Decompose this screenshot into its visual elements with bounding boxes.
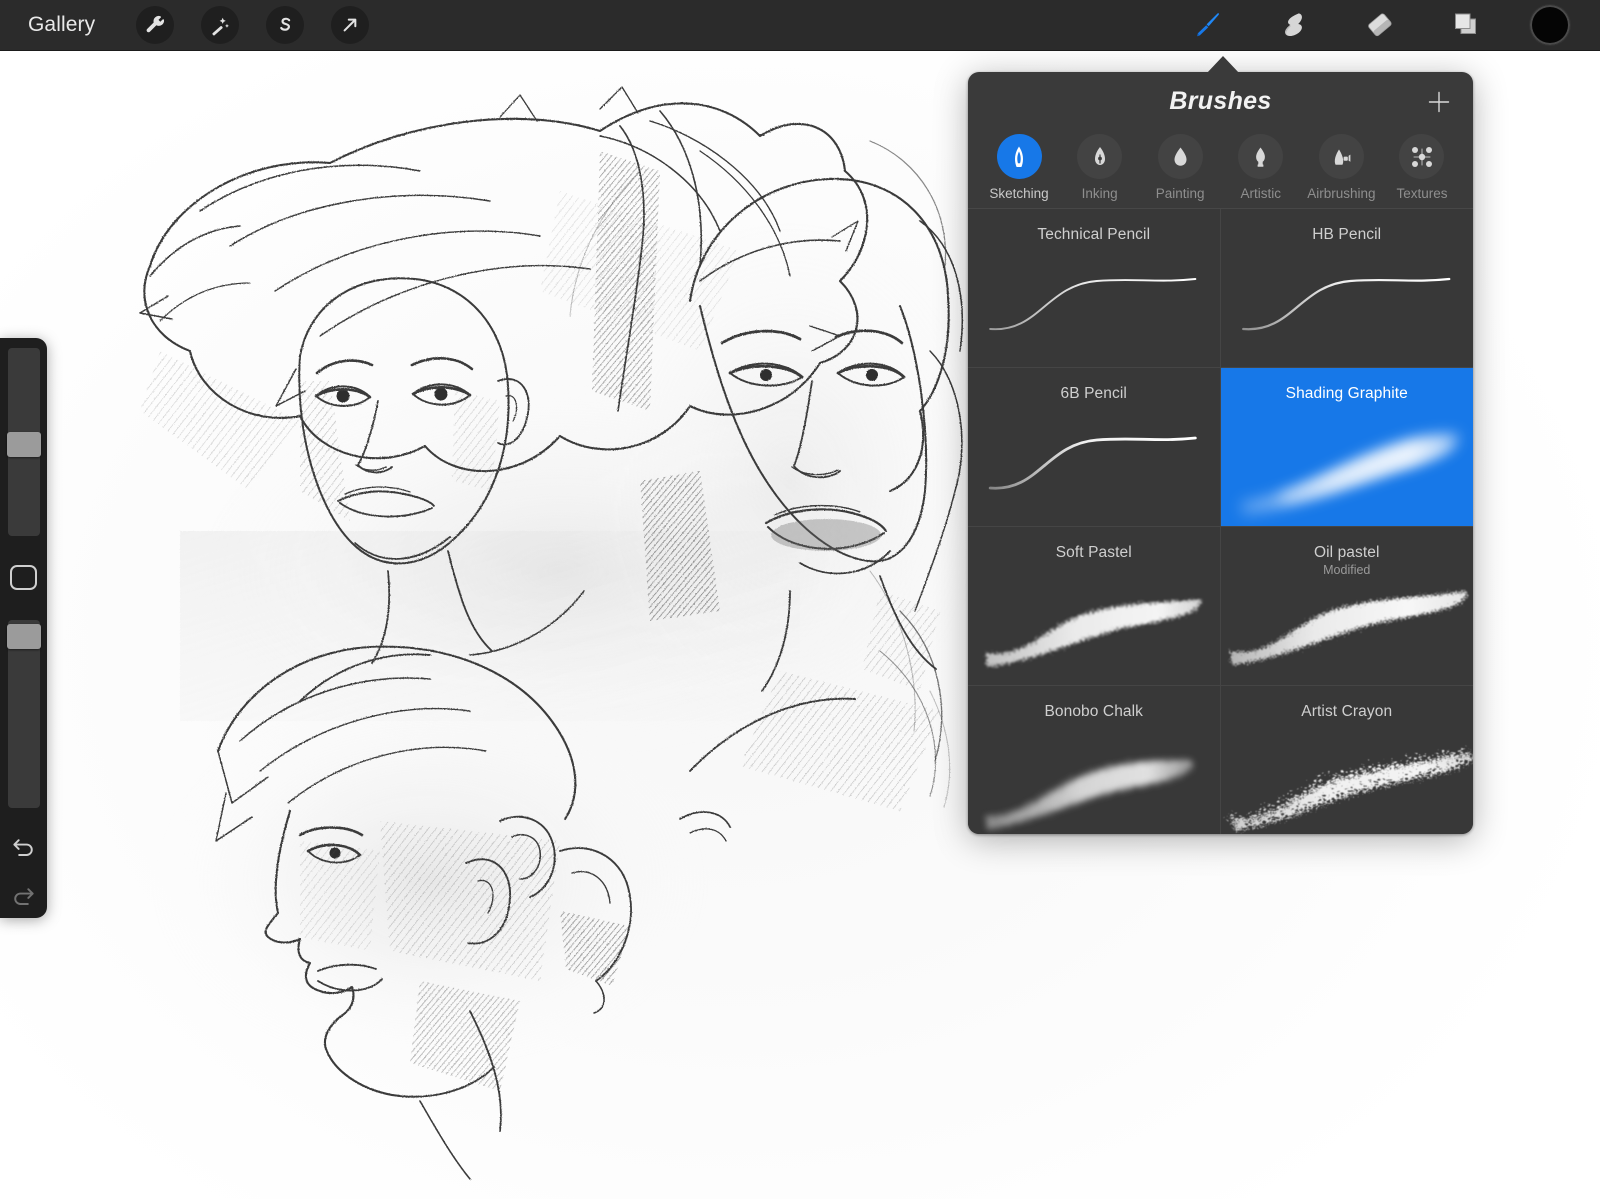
tab-label: Painting: [1155, 186, 1205, 201]
tab-airbrushing[interactable]: Airbrushing: [1304, 134, 1378, 201]
brush-name: Technical Pencil: [1037, 226, 1151, 243]
brush-name: Soft Pastel: [1055, 544, 1132, 561]
brush-preview-pastel-texture: [1221, 567, 1474, 685]
add-brush-plus-icon[interactable]: [1423, 86, 1455, 118]
brush-modified-label: Modified: [1323, 563, 1371, 577]
tab-label: Textures: [1396, 186, 1448, 201]
tab-painting[interactable]: Painting: [1143, 134, 1217, 201]
brush-item-artist-crayon[interactable]: Artist Crayon: [1220, 686, 1474, 834]
top-toolbar: Gallery: [0, 0, 1600, 51]
brushes-panel-header: Brushes: [968, 72, 1473, 130]
paint-brush-icon[interactable]: [1186, 5, 1230, 45]
redo-button[interactable]: [7, 879, 41, 912]
tab-label: Artistic: [1240, 186, 1282, 201]
artistic-nib-icon: [1238, 134, 1284, 179]
tab-sketching[interactable]: Sketching: [982, 134, 1056, 201]
left-tool-group: [136, 6, 370, 44]
ink-nib-icon: [1077, 134, 1123, 179]
tab-textures[interactable]: Textures: [1385, 134, 1459, 201]
brush-item-soft-pastel[interactable]: Soft Pastel: [968, 527, 1221, 686]
brush-name: HB Pencil: [1312, 226, 1382, 243]
procreate-app: Gallery Brushes Sketching Inking Paintin…: [0, 0, 1600, 1199]
brush-item-shading-graphite[interactable]: Shading Graphite: [1220, 368, 1474, 527]
brush-name: Shading Graphite: [1285, 385, 1408, 402]
brush-list: Technical Pencil HB Pencil 6B Pencil Sha…: [968, 208, 1473, 834]
gallery-button[interactable]: Gallery: [22, 10, 101, 40]
airbrush-icon: [1318, 134, 1364, 179]
brush-preview-thin-stroke: [968, 249, 1220, 367]
transform-arrow-icon[interactable]: [331, 6, 370, 44]
modify-button[interactable]: [10, 565, 37, 590]
adjustments-wand-icon[interactable]: [201, 6, 240, 44]
brush-name: Oil pastel: [1313, 544, 1380, 561]
tab-label: Sketching: [989, 186, 1049, 201]
brush-size-thumb[interactable]: [6, 432, 41, 457]
brush-opacity-slider[interactable]: [6, 619, 41, 809]
brush-preview-soft-graphite: [1221, 408, 1474, 526]
brush-preview-thin-stroke: [968, 408, 1220, 526]
tab-artistic[interactable]: Artistic: [1224, 134, 1298, 201]
panel-title: Brushes: [1169, 86, 1272, 115]
actions-wrench-icon[interactable]: [136, 6, 175, 44]
brush-preview-crayon-texture: [1221, 726, 1474, 834]
brush-preview-pastel-texture: [968, 567, 1220, 685]
brush-name: 6B Pencil: [1060, 385, 1127, 402]
selection-s-icon[interactable]: [266, 6, 305, 44]
eraser-icon[interactable]: [1358, 5, 1402, 45]
brushes-panel: Brushes Sketching Inking Painting Artist…: [968, 72, 1473, 834]
panel-pointer-arrow: [1206, 56, 1240, 74]
tab-inking[interactable]: Inking: [1063, 134, 1137, 201]
brush-item-oil-pastel[interactable]: Oil pastel Modified: [1220, 527, 1474, 686]
brush-preview-thin-stroke: [1221, 249, 1474, 367]
tab-label: Airbrushing: [1307, 186, 1376, 201]
brush-item-bonobo-chalk[interactable]: Bonobo Chalk: [968, 686, 1221, 834]
color-swatch-button[interactable]: [1530, 5, 1570, 45]
smudge-finger-icon[interactable]: [1272, 5, 1316, 45]
right-tool-group: [1186, 5, 1570, 45]
tab-label: Inking: [1081, 186, 1118, 201]
brush-size-slider[interactable]: [6, 348, 41, 537]
brush-opacity-thumb[interactable]: [6, 623, 41, 649]
layers-icon[interactable]: [1444, 5, 1488, 45]
brush-item-6b-pencil[interactable]: 6B Pencil: [968, 368, 1221, 527]
pencil-tip-icon: [996, 134, 1042, 179]
brush-preview-chalk-texture: [968, 726, 1220, 834]
textures-dots-icon: [1399, 134, 1445, 179]
paint-drop-icon: [1157, 134, 1203, 179]
left-sidebar: [0, 338, 47, 918]
brush-name: Bonobo Chalk: [1044, 703, 1144, 720]
brush-item-technical-pencil[interactable]: Technical Pencil: [968, 209, 1221, 368]
undo-button[interactable]: [7, 830, 41, 863]
brush-item-hb-pencil[interactable]: HB Pencil: [1220, 209, 1474, 368]
brush-category-tabs: Sketching Inking Painting Artistic Airbr…: [968, 130, 1473, 208]
brush-name: Artist Crayon: [1301, 703, 1393, 720]
